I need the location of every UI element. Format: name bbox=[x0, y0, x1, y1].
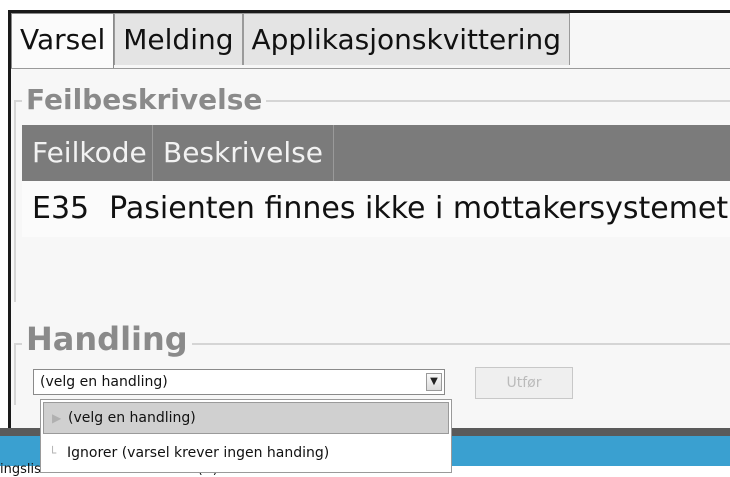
option-label: Ignorer (varsel krever ingen handing) bbox=[67, 445, 330, 461]
error-table: Feilkode Beskrivelse E35 Pasienten finne… bbox=[22, 125, 730, 237]
column-header-code[interactable]: Feilkode bbox=[22, 125, 153, 181]
error-description-title: Feilbeskrivelse bbox=[22, 82, 267, 118]
action-dropdown-list: ▶ (velg en handling) └ Ignorer (varsel k… bbox=[40, 399, 452, 473]
dropdown-option-selected[interactable]: ▶ (velg en handling) bbox=[43, 402, 449, 434]
cell-error-code: E35 bbox=[32, 191, 90, 226]
execute-button[interactable]: Utfør bbox=[475, 367, 573, 399]
tab-varsel[interactable]: Varsel bbox=[11, 13, 115, 69]
chevron-down-icon[interactable]: ▼ bbox=[426, 373, 442, 391]
cell-error-description: Pasienten finnes ikke i mottakersystemet bbox=[109, 191, 729, 226]
tab-strip: Varsel Melding Applikasjonskvittering bbox=[11, 13, 571, 69]
tab-divider bbox=[11, 68, 730, 69]
tree-branch-icon: └ bbox=[49, 446, 57, 460]
tab-applikasjonskvittering[interactable]: Applikasjonskvittering bbox=[242, 13, 571, 65]
action-select[interactable]: (velg en handling) ▼ bbox=[33, 369, 445, 395]
tab-melding[interactable]: Melding bbox=[114, 13, 243, 65]
column-header-description[interactable]: Beskrivelse bbox=[153, 125, 334, 181]
action-select-value: (velg en handling) bbox=[40, 374, 168, 390]
triangle-right-icon: ▶ bbox=[52, 411, 62, 425]
table-row[interactable]: E35 Pasienten finnes ikke i mottakersyst… bbox=[22, 181, 730, 237]
dropdown-option[interactable]: └ Ignorer (varsel krever ingen handing) bbox=[41, 436, 451, 470]
action-title: Handling bbox=[22, 321, 192, 357]
table-header: Feilkode Beskrivelse bbox=[22, 125, 730, 181]
option-label: (velg en handling) bbox=[68, 410, 196, 426]
